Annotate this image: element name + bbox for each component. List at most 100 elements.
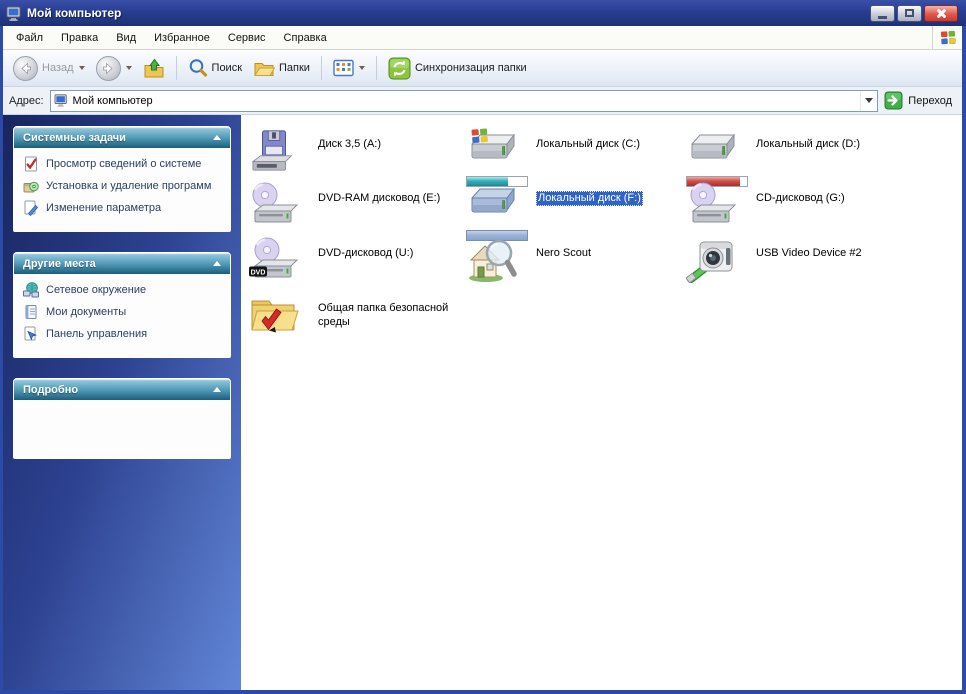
collapse-arrow-icon	[213, 261, 221, 266]
address-dropdown-button[interactable]	[860, 90, 877, 111]
address-label: Адрес:	[9, 94, 44, 107]
file-label-selected: Локальный диск (F:)	[536, 191, 643, 206]
tile-floppy-a[interactable]: Диск 3,5 (A:)	[248, 128, 463, 174]
file-label: DVD-дисковод (U:)	[318, 247, 414, 259]
control-panel-icon	[24, 326, 38, 341]
maximize-button[interactable]	[897, 4, 922, 22]
tile-cd-drive-g[interactable]: CD-дисковод (G:)	[686, 182, 901, 228]
task-view-system-info[interactable]: Просмотр сведений о системе	[23, 156, 223, 172]
back-dropdown-icon[interactable]	[78, 66, 85, 70]
sync-folder-icon	[388, 57, 411, 79]
menu-file[interactable]: Файл	[7, 29, 52, 47]
up-button[interactable]	[139, 53, 169, 83]
tile-local-disk-c[interactable]: Локальный диск (C:)	[466, 128, 681, 187]
my-documents-icon	[25, 305, 37, 319]
panel-other-places: Другие места Сетевое окружение Мои докум…	[13, 252, 231, 358]
views-button[interactable]	[329, 53, 369, 83]
optical-drive-icon	[252, 182, 299, 223]
address-value: Мой компьютер	[72, 94, 153, 107]
link-network-places[interactable]: Сетевое окружение	[23, 282, 223, 298]
link-my-documents[interactable]: Мои документы	[23, 305, 223, 320]
address-my-computer-icon	[54, 94, 67, 107]
dvd-drive-icon: DVD	[249, 237, 299, 278]
panel-header-system-tasks[interactable]: Системные задачи	[14, 127, 230, 148]
address-bar: Адрес: Мой компьютер Переход	[3, 87, 962, 115]
tile-local-disk-f-selected[interactable]: Локальный диск (F:)	[466, 182, 681, 241]
forward-icon	[95, 55, 121, 81]
tile-nero-scout[interactable]: Nero Scout	[466, 237, 681, 283]
file-list-area[interactable]: Диск 3,5 (A:) Локальный диск (C:) Локаль…	[241, 115, 962, 690]
address-input[interactable]: Мой компьютер	[49, 89, 879, 112]
back-icon	[13, 55, 38, 81]
window-body: Файл Правка Вид Избранное Сервис Справка	[0, 25, 966, 694]
menu-favorites[interactable]: Избранное	[145, 29, 219, 47]
tile-usb-video-device[interactable]: USB Video Device #2	[686, 237, 901, 283]
panel-details: Подробно	[13, 378, 231, 459]
main-area: Системные задачи Просмотр сведений о сис…	[3, 115, 962, 690]
panel-system-tasks: Системные задачи Просмотр сведений о сис…	[13, 126, 231, 232]
panel-header-other-places[interactable]: Другие места	[14, 253, 230, 274]
sync-button[interactable]: Синхронизация папки	[384, 53, 531, 83]
system-info-icon	[25, 156, 37, 172]
file-label: Локальный диск (D:)	[756, 138, 861, 150]
svg-text:DVD: DVD	[251, 269, 266, 276]
window-title: Мой компьютер	[27, 6, 122, 20]
change-setting-icon	[24, 200, 39, 216]
menu-edit[interactable]: Правка	[52, 29, 107, 47]
folders-button[interactable]: Папки	[249, 53, 314, 83]
tile-shared-folder[interactable]: Общая папка безопасной среды	[248, 292, 463, 338]
search-button[interactable]: Поиск	[184, 53, 246, 83]
tile-dvd-ram-e[interactable]: DVD-RAM дисковод (E:)	[248, 182, 463, 228]
views-dropdown-icon[interactable]	[358, 66, 365, 70]
tile-local-disk-d[interactable]: Локальный диск (D:)	[686, 128, 901, 187]
file-label: Диск 3,5 (A:)	[318, 138, 382, 150]
sync-label: Синхронизация папки	[414, 62, 527, 74]
go-arrow-icon	[884, 91, 903, 110]
go-label: Переход	[908, 94, 952, 107]
close-button[interactable]	[924, 4, 958, 22]
views-icon	[333, 59, 354, 77]
add-remove-programs-icon	[23, 181, 39, 193]
network-places-icon	[23, 282, 39, 298]
search-icon	[189, 59, 207, 77]
minimize-icon	[878, 15, 887, 19]
my-computer-icon	[6, 6, 21, 21]
shared-folder-icon	[251, 300, 299, 333]
forward-dropdown-icon[interactable]	[125, 66, 132, 70]
forward-button[interactable]	[92, 53, 136, 83]
window-controls	[870, 4, 958, 22]
panel-header-details[interactable]: Подробно	[14, 379, 230, 400]
close-icon	[936, 8, 947, 19]
task-add-remove-programs[interactable]: Установка и удаление программ	[23, 179, 223, 194]
nero-scout-icon	[469, 239, 517, 282]
menu-tools[interactable]: Сервис	[219, 29, 275, 47]
toolbar: Назад Поиск Папки Синхронизация папки	[3, 50, 962, 87]
collapse-arrow-icon	[213, 387, 221, 392]
task-pane-sidebar: Системные задачи Просмотр сведений о сис…	[3, 115, 241, 690]
hdd-selected-icon	[470, 187, 516, 213]
file-label: USB Video Device #2	[756, 247, 862, 259]
menu-help[interactable]: Справка	[275, 29, 336, 47]
hdd-icon	[690, 133, 736, 159]
back-button[interactable]: Назад	[9, 53, 89, 83]
windows-logo-icon	[932, 25, 962, 50]
up-folder-icon	[144, 58, 164, 78]
explorer-window: Мой компьютер Файл Правка Вид Избранное …	[0, 0, 966, 694]
task-change-setting[interactable]: Изменение параметра	[23, 200, 223, 216]
file-label: Локальный диск (C:)	[536, 138, 641, 150]
floppy-drive-icon	[251, 130, 293, 171]
usb-camera-icon	[686, 241, 733, 283]
tile-dvd-drive-u[interactable]: DVD DVD-дисковод (U:)	[248, 237, 463, 283]
title-bar[interactable]: Мой компьютер	[0, 0, 966, 26]
go-button[interactable]: Переход	[884, 91, 956, 110]
folders-icon	[254, 63, 276, 76]
menu-bar: Файл Правка Вид Избранное Сервис Справка	[3, 25, 962, 50]
menu-view[interactable]: Вид	[107, 29, 145, 47]
optical-drive-icon	[690, 182, 737, 223]
minimize-button[interactable]	[870, 4, 895, 22]
hdd-system-icon	[470, 128, 516, 159]
chevron-down-icon	[865, 98, 874, 103]
link-control-panel[interactable]: Панель управления	[23, 326, 223, 342]
collapse-arrow-icon	[213, 135, 221, 140]
file-label: Nero Scout	[536, 247, 592, 259]
